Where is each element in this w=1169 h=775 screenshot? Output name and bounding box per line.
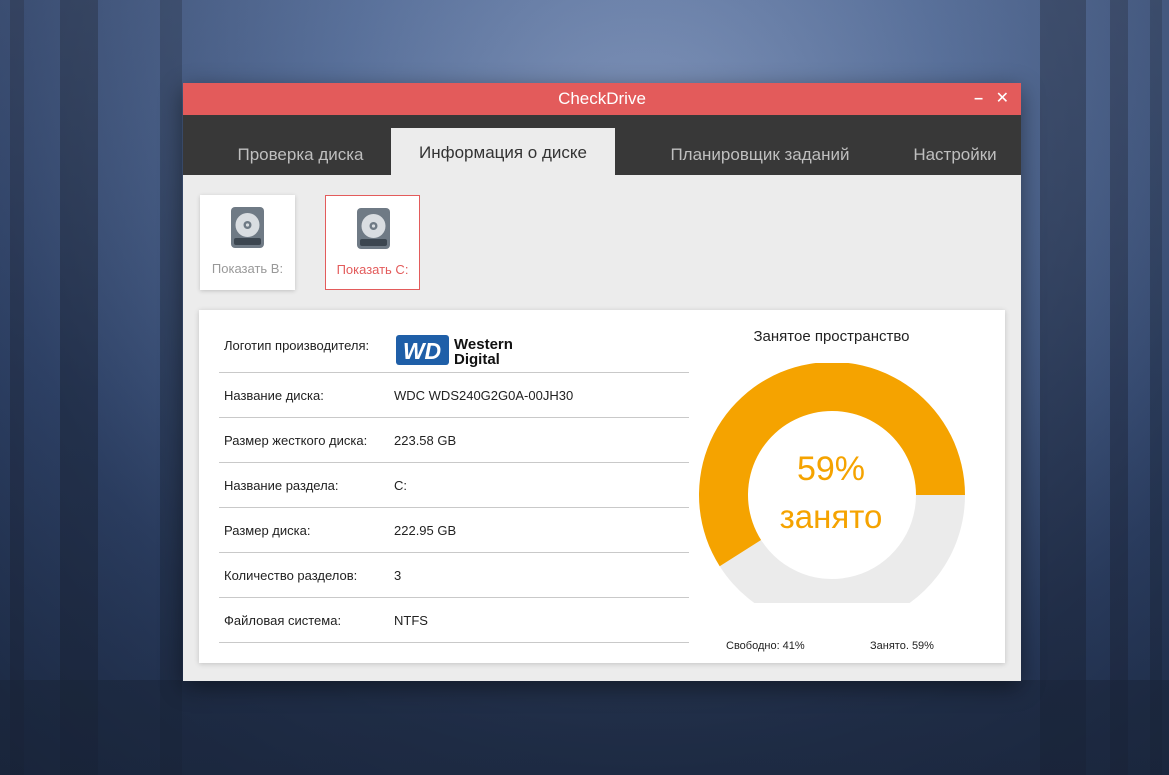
tab-settings[interactable]: Настройки <box>895 128 1015 175</box>
info-row: Количество разделов: 3 <box>219 553 689 598</box>
info-row: Название раздела: C: <box>219 463 689 508</box>
hard-drive-icon <box>357 208 390 249</box>
close-button[interactable]: ✕ <box>996 83 1009 115</box>
drive-c-label: Показать C: <box>336 262 409 277</box>
info-value: 223.58 GB <box>394 432 457 448</box>
disk-info-panel: Логотип производителя: WD Western Digita… <box>199 310 1005 663</box>
western-digital-logo: WD Western Digital <box>396 335 513 368</box>
svg-text:Digital: Digital <box>454 351 500 368</box>
info-label: Логотип производителя: <box>224 337 370 353</box>
info-label: Количество разделов: <box>224 567 358 583</box>
info-value: NTFS <box>394 612 428 628</box>
info-label: Файловая система: <box>224 612 342 628</box>
usage-chart-title: Занятое пространство <box>753 328 910 345</box>
info-label: Размер жесткого диска: <box>224 432 368 448</box>
checkdrive-window: CheckDrive – ✕ Проверка диска Информация… <box>183 83 1021 681</box>
info-value: 3 <box>394 567 402 583</box>
usage-caption-text: занято <box>780 498 883 535</box>
free-space-label: Свободно: 41% <box>726 640 805 652</box>
info-value: C: <box>394 477 407 493</box>
tab-bar: Проверка диска Информация о диске Планир… <box>183 115 1021 175</box>
info-row: Название диска: WDC WDS240G2G0A-00JH30 <box>219 373 689 418</box>
info-row: Размер жесткого диска: 223.58 GB <box>219 418 689 463</box>
window-title: CheckDrive <box>558 89 646 108</box>
drive-b-button[interactable]: Показать B: <box>200 195 295 290</box>
usage-donut-chart: 59% занято <box>699 363 965 603</box>
info-label: Размер диска: <box>224 522 311 538</box>
tab-disk-info[interactable]: Информация о диске <box>391 128 615 175</box>
info-table: Логотип производителя: WD Western Digita… <box>219 318 689 643</box>
drive-b-label: Показать B: <box>211 261 284 276</box>
info-value: 222.95 GB <box>394 522 457 538</box>
info-value: WDC WDS240G2G0A-00JH30 <box>394 387 574 403</box>
info-label: Название диска: <box>224 387 324 403</box>
usage-percent-text: 59% <box>797 450 865 488</box>
title-bar: CheckDrive – ✕ <box>183 83 1021 115</box>
svg-text:WD: WD <box>403 338 441 364</box>
info-row-logo: Логотип производителя: WD Western Digita… <box>219 318 689 373</box>
info-row: Файловая система: NTFS <box>219 598 689 643</box>
drive-c-button[interactable]: Показать C: <box>325 195 420 290</box>
used-space-label: Занято. 59% <box>870 640 934 652</box>
info-row: Размер диска: 222.95 GB <box>219 508 689 553</box>
info-label: Название раздела: <box>224 477 339 493</box>
minimize-button[interactable]: – <box>974 83 983 115</box>
tab-disk-check[interactable]: Проверка диска <box>203 128 398 175</box>
tab-scheduler[interactable]: Планировщик заданий <box>653 128 867 175</box>
hard-drive-icon <box>231 207 264 248</box>
